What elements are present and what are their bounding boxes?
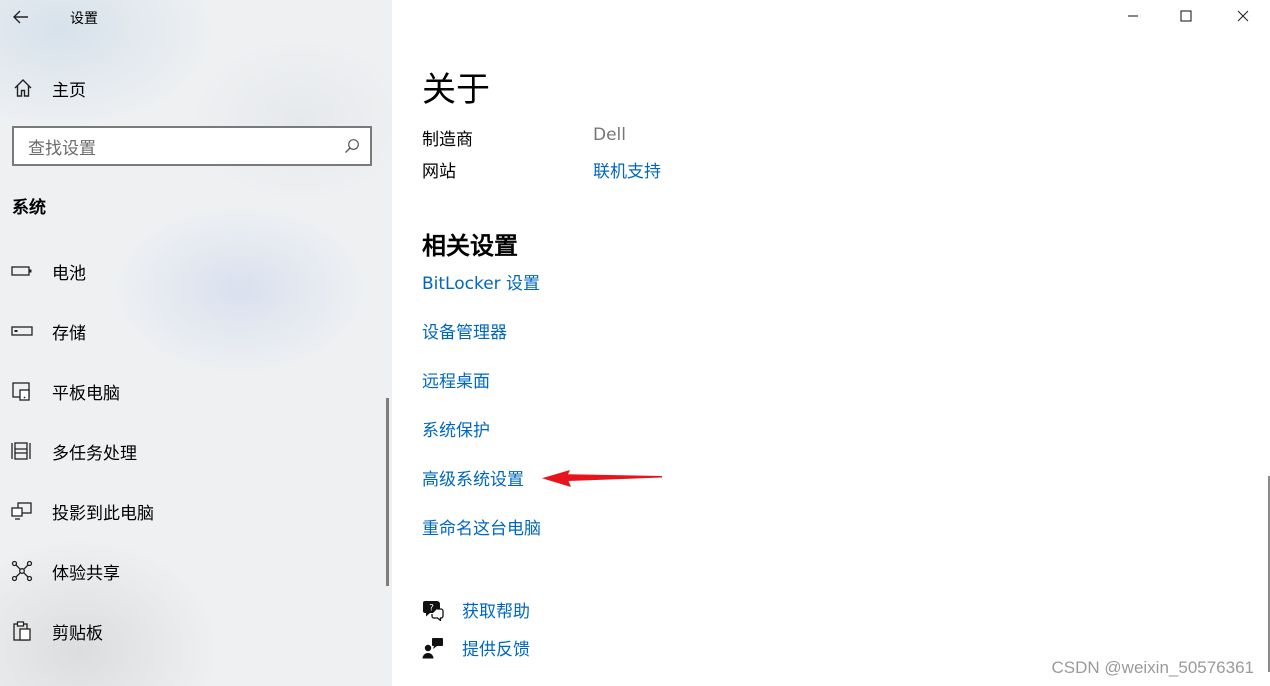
minimize-button[interactable] bbox=[1110, 0, 1156, 32]
sidebar-scrollbar[interactable] bbox=[386, 398, 389, 586]
clipboard-icon bbox=[10, 619, 34, 643]
red-arrow-annotation bbox=[542, 470, 662, 487]
give-feedback-link[interactable]: 提供反馈 bbox=[462, 635, 530, 660]
storage-icon bbox=[10, 319, 34, 343]
title-bar: 设置 bbox=[0, 0, 392, 34]
sidebar-item-label: 存储 bbox=[52, 323, 86, 344]
online-support-link[interactable]: 联机支持 bbox=[593, 157, 661, 182]
sidebar-item-projecting[interactable]: 投影到此电脑 bbox=[0, 489, 386, 533]
projecting-icon bbox=[10, 499, 34, 523]
maximize-button[interactable] bbox=[1163, 0, 1209, 32]
multitasking-icon bbox=[10, 439, 34, 463]
sidebar-item-home[interactable]: 主页 bbox=[0, 70, 392, 106]
shared-experiences-icon bbox=[10, 559, 34, 583]
manufacturer-label: 制造商 bbox=[422, 130, 473, 150]
main-pane: 关于 制造商 Dell 网站 联机支持 相关设置 BitLocker 设置 设备… bbox=[392, 0, 1270, 686]
help-chat-icon: ? bbox=[422, 599, 444, 621]
tablet-icon bbox=[10, 379, 34, 403]
get-help-link[interactable]: 获取帮助 bbox=[462, 597, 530, 622]
back-button[interactable] bbox=[6, 3, 36, 31]
sidebar-item-battery[interactable]: 电池 bbox=[0, 249, 386, 293]
sidebar-item-label: 平板电脑 bbox=[52, 383, 120, 404]
sidebar-item-storage[interactable]: 存储 bbox=[0, 309, 386, 353]
device-manager-link[interactable]: 设备管理器 bbox=[422, 318, 507, 343]
sidebar-item-label: 体验共享 bbox=[52, 563, 120, 584]
sidebar-item-shared-experiences[interactable]: 体验共享 bbox=[0, 549, 386, 593]
close-button[interactable] bbox=[1220, 0, 1266, 32]
minimize-icon bbox=[1128, 15, 1138, 17]
give-feedback-row[interactable]: 提供反馈 bbox=[422, 635, 530, 660]
section-title: 系统 bbox=[12, 198, 46, 218]
search-input[interactable]: 查找设置 bbox=[12, 126, 372, 166]
get-help-row[interactable]: ? 获取帮助 bbox=[422, 597, 530, 622]
sidebar-item-label: 剪贴板 bbox=[52, 623, 103, 644]
rename-pc-link[interactable]: 重命名这台电脑 bbox=[422, 514, 541, 539]
system-protection-link[interactable]: 系统保护 bbox=[422, 416, 490, 441]
advanced-system-settings-link[interactable]: 高级系统设置 bbox=[422, 465, 524, 490]
close-icon bbox=[1237, 10, 1249, 22]
sidebar-item-label: 多任务处理 bbox=[52, 443, 137, 464]
maximize-icon bbox=[1180, 10, 1192, 22]
sidebar-item-label: 主页 bbox=[52, 80, 86, 101]
app-title: 设置 bbox=[70, 11, 98, 27]
search-icon[interactable] bbox=[334, 138, 370, 154]
page-title: 关于 bbox=[422, 70, 490, 110]
manufacturer-value: Dell bbox=[593, 125, 626, 145]
sidebar-item-tablet[interactable]: 平板电脑 bbox=[0, 369, 386, 413]
watermark: CSDN @weixin_50576361 bbox=[1051, 658, 1254, 677]
sidebar-item-multitasking[interactable]: 多任务处理 bbox=[0, 429, 386, 473]
battery-icon bbox=[10, 259, 34, 283]
back-arrow-icon bbox=[13, 10, 28, 24]
website-label: 网站 bbox=[422, 162, 456, 182]
sidebar-item-label: 投影到此电脑 bbox=[52, 503, 154, 524]
sidebar-item-clipboard[interactable]: 剪贴板 bbox=[0, 609, 386, 653]
home-icon bbox=[0, 78, 46, 98]
remote-desktop-link[interactable]: 远程桌面 bbox=[422, 367, 490, 392]
search-placeholder: 查找设置 bbox=[28, 138, 96, 159]
related-settings-title: 相关设置 bbox=[422, 232, 518, 260]
bitlocker-settings-link[interactable]: BitLocker 设置 bbox=[422, 269, 540, 294]
feedback-icon bbox=[422, 637, 444, 659]
sidebar: 设置 主页 查找设置 系统 电池 存储 平板电脑 多任务处理 投影到此电脑 体验… bbox=[0, 0, 392, 686]
sidebar-item-label: 电池 bbox=[52, 263, 86, 284]
svg-text:?: ? bbox=[429, 603, 434, 613]
